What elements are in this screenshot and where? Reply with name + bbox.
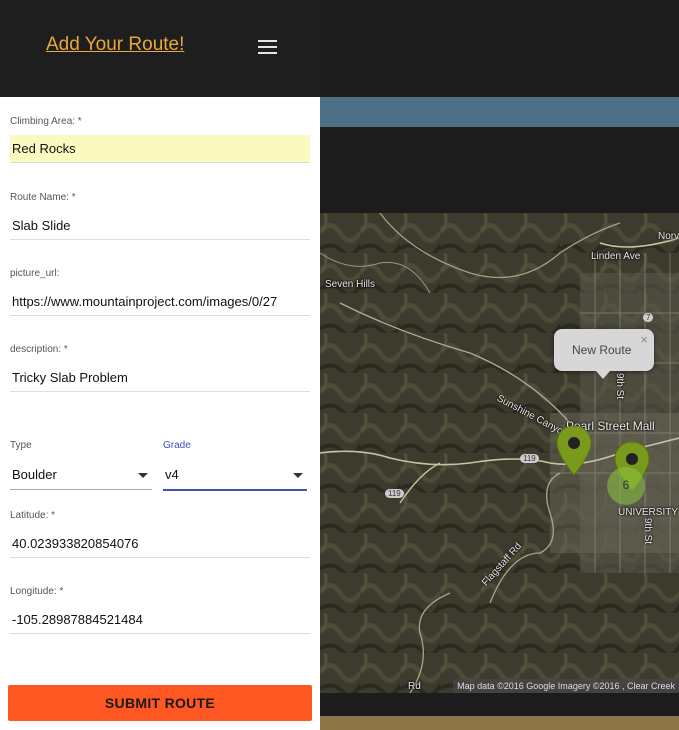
- route-shield-119: 119: [520, 454, 539, 463]
- grade-select[interactable]: v4: [163, 459, 307, 491]
- longitude-label: Longitude: *: [10, 586, 64, 597]
- type-label: Type: [10, 440, 32, 451]
- map-view[interactable]: Seven Hills Linden Ave Norv Sunshine Can…: [320, 213, 679, 693]
- climbing-area-input[interactable]: [10, 135, 310, 163]
- latitude-label: Latitude: *: [10, 510, 56, 521]
- description-input[interactable]: [10, 364, 310, 392]
- grade-select-value: v4: [165, 467, 179, 482]
- cluster-count: 6: [622, 478, 630, 492]
- map-label-9th-st: 9th St: [614, 373, 625, 400]
- grade-label: Grade: [163, 440, 191, 451]
- picture-url-input[interactable]: [10, 288, 310, 316]
- route-name-input[interactable]: [10, 212, 310, 240]
- map-label-seven-hills: Seven Hills: [325, 279, 376, 290]
- map-attribution: Map data ©2016 Google Imagery ©2016 , Cl…: [453, 679, 679, 693]
- map-label-nor: Norv: [658, 231, 679, 242]
- submit-route-button[interactable]: SUBMIT ROUTE: [8, 685, 312, 721]
- route-name-label: Route Name: *: [10, 192, 76, 203]
- type-select[interactable]: Boulder: [10, 459, 152, 490]
- description-label: description: *: [10, 344, 68, 355]
- climbing-area-label: Climbing Area: *: [10, 116, 82, 127]
- map-marker-pin[interactable]: [556, 425, 592, 477]
- map-label-linden-ave: Linden Ave: [591, 251, 641, 262]
- popup-text: New Route: [572, 343, 632, 357]
- map-info-popup: New Route ×: [554, 329, 654, 371]
- add-route-form: Climbing Area: * Route Name: * picture_u…: [0, 97, 320, 730]
- grade-chevron-down-icon: [293, 473, 303, 478]
- longitude-input[interactable]: [10, 606, 310, 634]
- route-shield-119-b: 119: [385, 489, 404, 498]
- map-label-university: UNIVERSITY: [618, 507, 679, 518]
- type-chevron-down-icon: [138, 473, 148, 478]
- type-select-value: Boulder: [12, 467, 57, 482]
- app-header: Add Your Route!: [0, 0, 320, 97]
- marker-cluster[interactable]: 6: [607, 467, 645, 505]
- popup-tail: [596, 371, 610, 379]
- footer-strip: [320, 716, 679, 730]
- picture-url-label: picture_url:: [10, 268, 60, 279]
- hamburger-menu-icon[interactable]: [258, 40, 277, 56]
- page-title-link[interactable]: Add Your Route!: [46, 34, 184, 56]
- popup-close-icon[interactable]: ×: [640, 332, 648, 347]
- header-banner-strip: [320, 97, 679, 127]
- latitude-input[interactable]: [10, 530, 310, 558]
- map-label-9th-st-2: 9th St: [642, 518, 653, 545]
- map-label-rd: Rd: [408, 681, 421, 692]
